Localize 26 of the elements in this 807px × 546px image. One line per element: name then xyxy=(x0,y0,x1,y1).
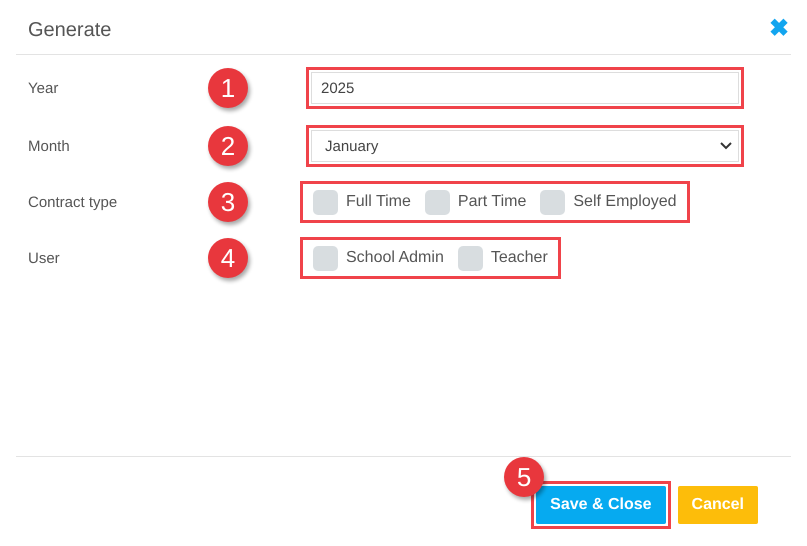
checkbox[interactable] xyxy=(313,246,338,270)
checkbox[interactable] xyxy=(313,190,338,214)
checkbox-label: School Admin xyxy=(346,249,444,267)
month-dropdown[interactable]: January xyxy=(311,130,739,162)
dialog-title: Generate xyxy=(28,18,112,42)
field-label: Contract type xyxy=(28,194,118,210)
step-badge: 5 xyxy=(504,457,544,497)
year-field[interactable]: 2025 xyxy=(311,72,739,104)
cancel-button[interactable]: Cancel xyxy=(678,486,758,524)
step-badge: 3 xyxy=(208,182,248,222)
checkbox[interactable] xyxy=(540,190,566,214)
save-button[interactable]: Save & Close xyxy=(536,486,666,524)
field-label: Month xyxy=(28,138,71,154)
checkbox[interactable] xyxy=(424,190,450,214)
checkbox-label: Self Employed xyxy=(573,193,677,211)
checkbox[interactable] xyxy=(458,246,483,270)
step-badge: 1 xyxy=(208,68,248,108)
checkbox-label: Teacher xyxy=(490,249,548,267)
checkbox-label: Part Time xyxy=(458,193,526,211)
chevron-down-icon xyxy=(720,142,732,150)
field-label: Year xyxy=(28,80,60,96)
step-badge: 4 xyxy=(208,238,248,278)
checkbox-label: Full Time xyxy=(346,193,411,211)
field-label: User xyxy=(28,250,61,266)
close-button[interactable]: ✖ xyxy=(769,17,789,41)
step-badge: 2 xyxy=(208,126,248,166)
